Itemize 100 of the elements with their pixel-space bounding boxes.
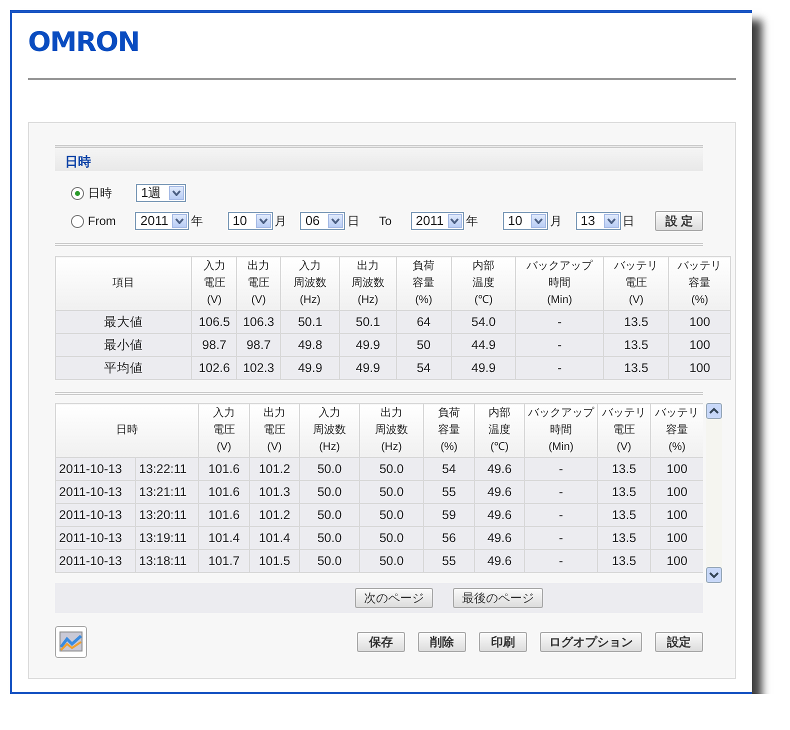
column-header: 内部 温度 (℃) <box>451 256 516 310</box>
caret-icon <box>328 214 344 228</box>
footer-button[interactable]: 印刷 <box>479 632 527 652</box>
table-cell: - <box>516 310 604 334</box>
table-cell: 50.1 <box>340 310 396 334</box>
column-header: バッテリ 容量 (%) <box>668 256 730 310</box>
table-cell: 13.5 <box>598 480 650 504</box>
table-cell: 102.3 <box>236 356 280 380</box>
table-cell: 49.6 <box>474 504 524 526</box>
table-cell: 13.5 <box>603 356 669 380</box>
table-cell: 54 <box>396 356 452 380</box>
table-cell: 102.6 <box>192 356 237 380</box>
table-cell: 50.0 <box>300 458 360 480</box>
table-cell: 55 <box>424 550 474 572</box>
table-cell: 50.0 <box>300 526 360 550</box>
table-cell: 49.6 <box>474 480 524 504</box>
caret-icon <box>604 214 619 228</box>
radio-button[interactable] <box>71 214 84 228</box>
column-header: 入力 電圧 (V) <box>198 404 250 458</box>
table-cell: 2011-10-13 <box>56 480 136 504</box>
footer-button[interactable]: ログオプション <box>540 632 642 652</box>
caret-icon <box>256 214 271 228</box>
table-cell: 13:19:11 <box>136 526 198 550</box>
radio-button[interactable] <box>71 186 84 200</box>
column-header: 出力 電圧 (V) <box>236 256 280 310</box>
table-cell: - <box>516 356 604 380</box>
table-cell: 100 <box>668 334 730 356</box>
table-cell: 13:21:11 <box>136 480 198 504</box>
column-header: 入力 周波数 (Hz) <box>280 256 340 310</box>
period-dropdown[interactable]: 1週 <box>136 184 186 202</box>
table-cell: 平均値 <box>56 356 192 380</box>
table-cell: 100 <box>668 310 730 334</box>
table-cell: 98.7 <box>192 334 237 356</box>
table-cell: 2011-10-13 <box>56 550 136 572</box>
scroll-down-button[interactable] <box>706 567 722 583</box>
column-header: 出力 周波数 (Hz) <box>340 256 396 310</box>
table-cell: 13:22:11 <box>136 458 198 480</box>
caret-icon <box>530 214 546 228</box>
column-header: 内部 温度 (℃) <box>474 404 524 458</box>
table-cell: 最大値 <box>56 310 192 334</box>
table-cell: 13:20:11 <box>136 504 198 526</box>
date-dropdown[interactable]: 13 <box>576 212 621 230</box>
column-header: 出力 周波数 (Hz) <box>360 404 424 458</box>
scroll-up-button[interactable] <box>706 403 722 419</box>
unit-label: 日 <box>622 213 636 230</box>
table-cell: 100 <box>650 526 703 550</box>
table-cell: 44.9 <box>451 334 516 356</box>
table-cell: 49.6 <box>474 526 524 550</box>
set-button[interactable]: 設 定 <box>655 211 704 231</box>
table-cell: 最小値 <box>56 334 192 356</box>
table-cell: 50.0 <box>360 480 424 504</box>
table-cell: 50.0 <box>360 550 424 572</box>
caret-icon <box>448 214 462 228</box>
table-cell: - <box>524 458 598 480</box>
table-cell: 49.9 <box>451 356 516 380</box>
table-cell: 2011-10-13 <box>56 458 136 480</box>
column-header: 負荷 容量 (%) <box>396 256 452 310</box>
table-cell: 56 <box>424 526 474 550</box>
date-dropdown[interactable]: 10 <box>502 212 548 230</box>
date-dropdown[interactable]: 2011 <box>135 212 189 230</box>
logo: OMRON <box>28 28 140 58</box>
table-cell: 49.9 <box>340 334 396 356</box>
date-dropdown[interactable]: 10 <box>228 212 273 230</box>
table-cell: 100 <box>650 458 703 480</box>
table-cell: 49.6 <box>474 550 524 572</box>
chart-icon <box>59 630 83 654</box>
unit-label: 年 <box>465 213 480 230</box>
page-button[interactable]: 次のページ <box>355 588 433 608</box>
table-cell: 101.5 <box>250 550 300 572</box>
table-cell: - <box>524 480 598 504</box>
table-cell: 101.4 <box>198 526 250 550</box>
date-dropdown[interactable]: 06 <box>300 212 346 230</box>
page-button[interactable]: 最後のページ <box>453 588 543 608</box>
table-cell: 59 <box>424 504 474 526</box>
table-cell: 13.5 <box>603 310 669 334</box>
footer-button[interactable]: 削除 <box>418 632 466 652</box>
column-header: バッテリ 容量 (%) <box>650 404 703 458</box>
column-header: 入力 電圧 (V) <box>192 256 237 310</box>
table-cell: 101.4 <box>250 526 300 550</box>
column-header: バックアップ 時間 (Min) <box>516 256 604 310</box>
table-cell: 54.0 <box>451 310 516 334</box>
table-cell: 101.6 <box>198 480 250 504</box>
table-cell: 64 <box>396 310 452 334</box>
date-dropdown[interactable]: 2011 <box>410 212 464 230</box>
table-cell: 50.0 <box>300 480 360 504</box>
table-cell: 100 <box>668 356 730 380</box>
table-cell: 101.7 <box>198 550 250 572</box>
radio-label[interactable]: 日時 <box>88 184 136 202</box>
table-cell: 101.2 <box>250 504 300 526</box>
scrollbar[interactable] <box>706 403 722 583</box>
table-cell: 50.0 <box>360 504 424 526</box>
table-cell: 49.8 <box>280 334 340 356</box>
unit-label: 月 <box>548 213 563 230</box>
table-cell: 101.6 <box>198 504 250 526</box>
footer-button[interactable]: 保存 <box>357 632 405 652</box>
table-cell: - <box>524 526 598 550</box>
footer-button[interactable]: 設定 <box>655 632 703 652</box>
chart-button[interactable] <box>55 626 87 658</box>
table-cell: 100 <box>650 550 703 572</box>
radio-label[interactable]: From <box>88 212 136 230</box>
